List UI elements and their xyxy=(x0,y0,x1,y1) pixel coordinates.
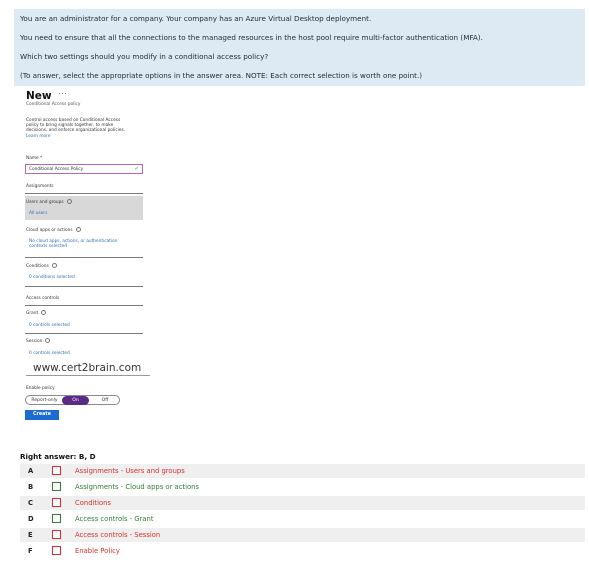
info-icon xyxy=(41,310,47,315)
option-letter: F xyxy=(28,547,33,555)
info-icon xyxy=(66,199,72,204)
answer-option[interactable]: C Conditions xyxy=(20,496,585,510)
answer-option[interactable]: B Assignments - Cloud apps or actions xyxy=(20,480,585,494)
name-label: Name * xyxy=(26,156,43,161)
checkbox-icon[interactable] xyxy=(52,482,61,491)
users-and-groups-label: Users and groups xyxy=(26,199,72,205)
cloud-apps-label: Cloud apps or actions xyxy=(26,227,81,233)
checkbox-icon[interactable] xyxy=(52,466,61,475)
more-options-icon[interactable]: ··· xyxy=(58,88,67,98)
option-text: Assignments - Cloud apps or actions xyxy=(75,483,199,491)
policy-name-input[interactable]: Conditional Access Policy ✓ xyxy=(25,164,143,174)
users-and-groups-value[interactable]: All users xyxy=(29,211,47,216)
access-controls-heading: Access controls xyxy=(26,296,60,301)
enable-policy-label: Enable policy xyxy=(26,386,55,391)
create-button[interactable]: Create xyxy=(25,410,59,420)
checkbox-icon[interactable] xyxy=(52,546,61,555)
watermark: www.cert2brain.com xyxy=(26,362,150,376)
toggle-off[interactable]: Off xyxy=(92,396,118,405)
description-line-3: decisions, and enforce organizational po… xyxy=(26,128,126,134)
checkbox-icon[interactable] xyxy=(52,498,61,507)
option-text: Enable Policy xyxy=(75,547,120,555)
right-answer-title: Right answer: B, D xyxy=(20,452,96,461)
grant-label: Grant xyxy=(26,310,47,316)
valid-check-icon: ✓ xyxy=(134,166,139,172)
page-subtitle: Conditional Access policy xyxy=(26,102,81,107)
option-text: Access controls - Session xyxy=(75,531,161,539)
grant-value[interactable]: 0 controls selected xyxy=(29,323,70,328)
option-letter: E xyxy=(28,531,33,539)
option-letter: A xyxy=(28,467,34,475)
answer-option[interactable]: D Access controls - Grant xyxy=(20,512,585,526)
divider xyxy=(25,333,143,334)
learn-more-link[interactable]: Learn more xyxy=(26,134,125,139)
answer-option[interactable]: E Access controls - Session xyxy=(20,528,585,542)
question-line-3: Which two settings should you modify in … xyxy=(20,52,269,61)
checkbox-icon[interactable] xyxy=(52,514,61,523)
option-text: Conditions xyxy=(75,499,111,507)
option-text: Access controls - Grant xyxy=(75,515,154,523)
option-letter: C xyxy=(28,499,33,507)
divider xyxy=(25,193,143,194)
divider xyxy=(25,286,143,287)
divider xyxy=(25,305,143,306)
answer-option[interactable]: A Assignments - Users and groups xyxy=(20,464,585,478)
option-letter: D xyxy=(28,515,34,523)
question-line-2: You need to ensure that all the connecti… xyxy=(20,33,483,42)
question-line-1: You are an administrator for a company. … xyxy=(20,14,372,23)
question-line-4: (To answer, select the appropriate optio… xyxy=(20,71,423,80)
divider xyxy=(25,257,143,258)
toggle-report-only[interactable]: Report-only xyxy=(28,396,61,405)
answer-option[interactable]: F Enable Policy xyxy=(20,544,585,558)
conditions-value[interactable]: 0 conditions selected xyxy=(29,275,75,280)
page-title: New xyxy=(26,90,52,102)
info-icon xyxy=(51,263,57,268)
checkbox-icon[interactable] xyxy=(52,530,61,539)
enable-policy-toggle[interactable]: Report-only On Off xyxy=(25,395,120,405)
cloud-apps-value[interactable]: No cloud apps, actions, or authenticatio… xyxy=(29,239,117,249)
toggle-on[interactable]: On xyxy=(62,396,89,405)
policy-name-value: Conditional Access Policy xyxy=(29,167,84,172)
policy-description: Control access based on Conditional Acce… xyxy=(26,118,125,139)
assignments-heading: Assignments xyxy=(26,184,54,189)
info-icon xyxy=(45,338,51,343)
session-value[interactable]: 0 controls selected xyxy=(29,351,70,356)
info-icon xyxy=(75,227,81,232)
option-letter: B xyxy=(28,483,34,491)
question-block: You are an administrator for a company. … xyxy=(14,9,585,86)
session-label: Session xyxy=(26,338,51,344)
conditions-label: Conditions xyxy=(26,263,57,269)
option-text: Assignments - Users and groups xyxy=(75,467,185,475)
